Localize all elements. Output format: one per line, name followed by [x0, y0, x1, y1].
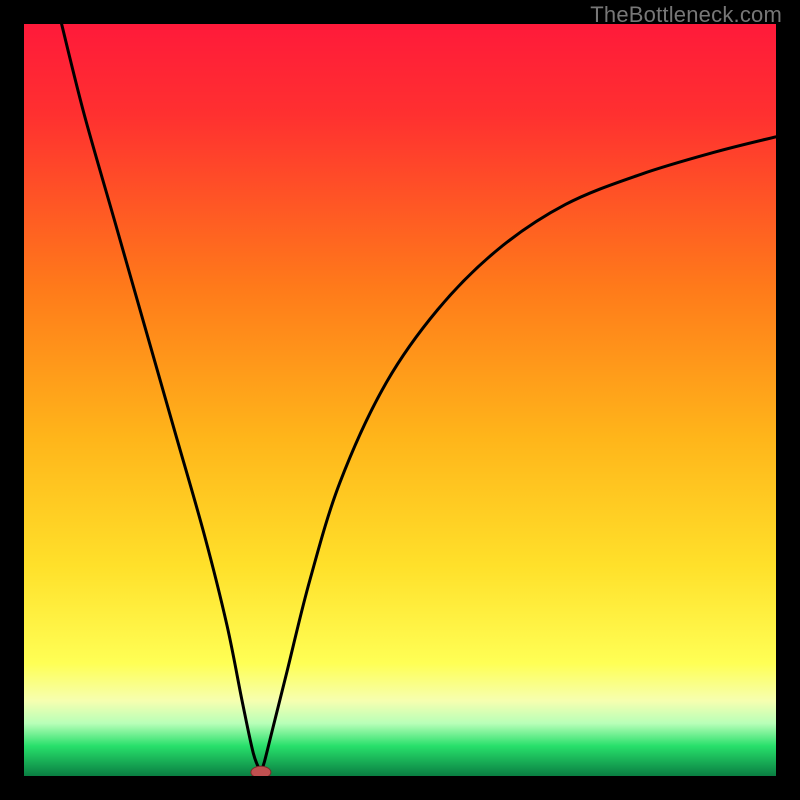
- chart-frame: [24, 24, 776, 776]
- chart-background: [24, 24, 776, 776]
- cusp-marker: [251, 766, 271, 776]
- bottleneck-chart: [24, 24, 776, 776]
- watermark-text: TheBottleneck.com: [590, 2, 782, 28]
